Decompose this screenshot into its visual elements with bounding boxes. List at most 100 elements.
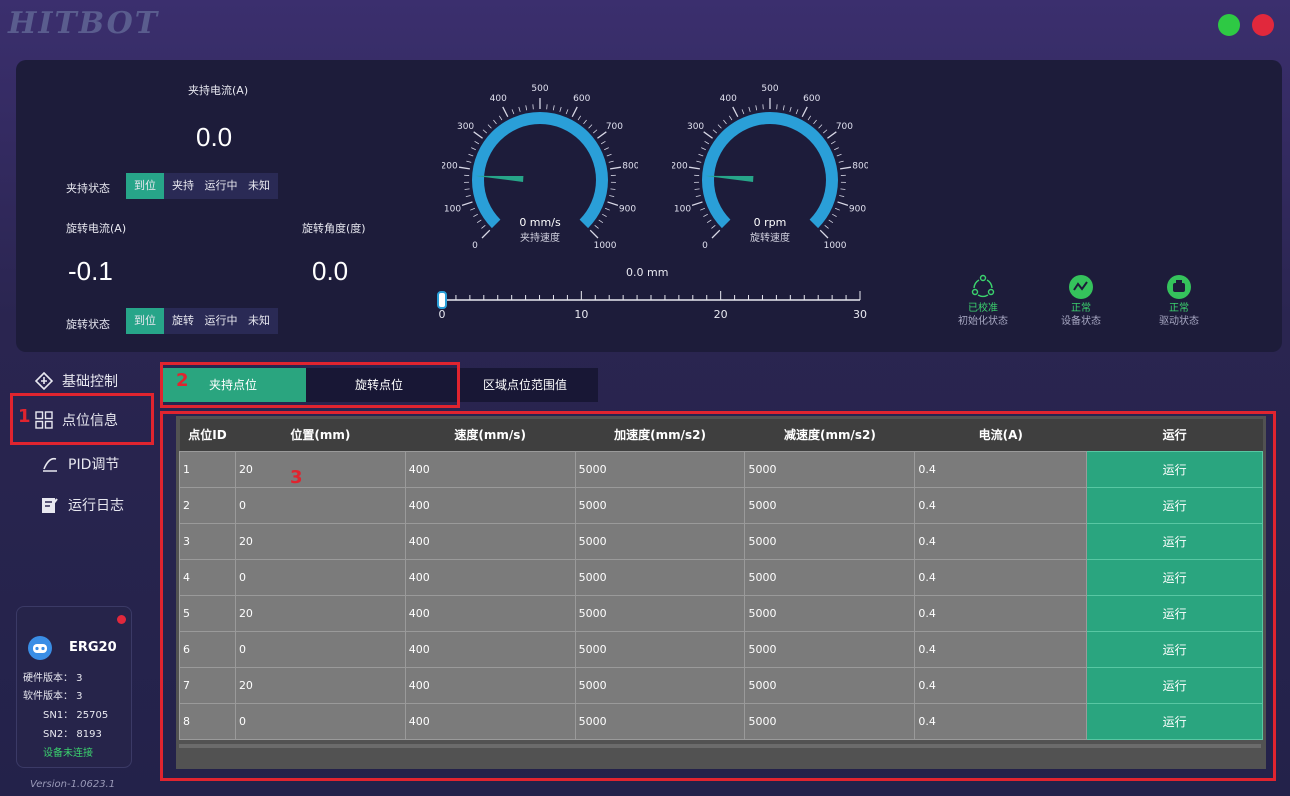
rotate-state-rotating: 旋转	[164, 308, 202, 334]
rotate-speed-gauge-tick	[723, 119, 727, 125]
rotate-speed-gauge-tick	[741, 109, 745, 115]
clamp-speed-gauge-tick	[511, 109, 515, 115]
rotate-speed-gauge-tick-label: 1000	[824, 241, 847, 251]
calibration-status: 已校准	[968, 303, 998, 314]
clamp-speed-gauge-tick	[473, 213, 478, 217]
rotate-speed-gauge-tick	[827, 131, 837, 139]
device-card: ERG20 硬件版本： 3 软件版本： 3 SN1： 25705 SN2： 81…	[16, 606, 132, 768]
device-status-icon	[1069, 275, 1093, 299]
robot-icon	[28, 636, 52, 660]
clamp-speed-gauge-tick	[458, 166, 470, 170]
clamp-speed-gauge-tick	[592, 129, 598, 134]
clamp-speed-gauge-tick-label: 800	[622, 162, 638, 172]
clamp-speed-gauge-tick	[571, 106, 578, 118]
log-icon	[40, 495, 60, 515]
clamp-speed-gauge-tick	[589, 229, 599, 239]
rotate-speed-gauge-tick	[694, 188, 700, 190]
rotate-speed-gauge-tick-label: 400	[720, 94, 737, 104]
rotate-speed-gauge-tick	[782, 105, 785, 111]
rotate-speed-gauge-tick	[712, 129, 718, 134]
device-name: ERG20	[69, 640, 117, 655]
clamp-speed-gauge-arc	[472, 112, 608, 229]
rotate-speed-gauge-arc	[702, 112, 838, 229]
rotate-speed-gauge-tick	[703, 213, 708, 217]
rotate-speed-gauge-tick	[732, 106, 739, 118]
clamp-speed-gauge-tick	[565, 109, 569, 115]
rotate-speed-gauge-tick	[822, 129, 828, 134]
rotate-speed-gauge-tick-label: 600	[803, 94, 820, 104]
clamp-speed-gauge-tick-label: 600	[573, 94, 590, 104]
clamp-speed-gauge-tick	[502, 106, 509, 118]
rotate-state-unknown: 未知	[240, 308, 278, 334]
rotate-speed-gauge-tick-label: 700	[836, 122, 853, 132]
driver-status-caption: 驱动状态	[1159, 316, 1199, 327]
slider-handle	[437, 291, 447, 309]
rotate-speed-gauge-tick	[711, 229, 721, 239]
annotation-number-2: 2	[176, 370, 189, 391]
clamp-speed-gauge-tick	[597, 131, 607, 139]
serial-number-1: SN1： 25705	[43, 710, 109, 721]
sidebar-item-log[interactable]: 运行日志	[40, 490, 170, 520]
rotate-speed-gauge-tick	[838, 160, 844, 163]
rotate-speed-gauge-tick	[840, 188, 846, 190]
clamp-speed-gauge-tick	[552, 105, 555, 111]
rotate-speed-gauge-tick	[837, 201, 849, 206]
tab-region-range[interactable]: 区域点位范围值	[452, 368, 598, 402]
clamp-speed-gauge-tick-label: 500	[531, 84, 548, 94]
rotate-speed-gauge-tick	[701, 147, 706, 151]
rotate-speed-gauge-tick	[824, 224, 829, 229]
rotate-speed-gauge-tick	[703, 131, 713, 139]
clamp-speed-gauge-tick	[583, 119, 587, 125]
connection-indicator	[117, 615, 126, 624]
title-bar: HITBOT	[0, 0, 1290, 55]
clamp-speed-gauge-tick	[476, 219, 482, 224]
clamp-state-running: 运行中	[202, 173, 240, 199]
driver-status-icon	[1167, 275, 1191, 299]
clamp-speed-gauge-tick	[604, 147, 609, 151]
rotate-speed-gauge-tick	[711, 224, 716, 229]
rotate-speed-gauge-tick-label: 900	[849, 204, 866, 214]
rotate-speed-gauge-tick	[830, 140, 836, 145]
rotate-speed-gauge-tick-label: 500	[761, 84, 778, 94]
hardware-version: 硬件版本： 3	[23, 673, 83, 684]
clamp-speed-gauge-tick	[473, 131, 483, 139]
rotate-state-in-position: 到位	[126, 308, 164, 334]
rotate-state-label: 旋转状态	[66, 318, 110, 331]
rotate-speed-gauge-tick	[836, 153, 842, 157]
clamp-speed-gauge-tick	[487, 124, 492, 129]
rotate-speed-label: 旋转速度	[750, 233, 790, 244]
rotate-speed-gauge-tick	[706, 219, 712, 224]
rotate-speed-gauge-tick-label: 300	[687, 122, 704, 132]
version-label: Version-1.0623.1	[30, 779, 116, 790]
status-panel: 夹持电流(A) 0.0 夹持状态 到位 夹持 运行中 未知 旋转电流(A) 旋转…	[16, 60, 1282, 352]
rotate-speed-gauge-tick	[832, 213, 837, 217]
slider-tick-label: 0	[439, 308, 446, 321]
clamp-speed-gauge-tick	[559, 106, 562, 112]
clamp-speed-gauge-tick-label: 0	[472, 241, 478, 251]
sidebar-item-label: 基础控制	[62, 374, 118, 390]
rotate-angle-label: 旋转角度(度)	[302, 222, 366, 235]
clamp-speed-gauge-tick	[609, 195, 615, 197]
software-version: 软件版本： 3	[23, 691, 83, 702]
rotate-speed-gauge-tick-label: 0	[702, 241, 708, 251]
clamp-speed-gauge-tick-label: 900	[619, 204, 636, 214]
rotate-speed-gauge-tick	[840, 166, 852, 170]
clamp-speed-gauge-tick	[608, 160, 614, 163]
position-slider[interactable]: 0 10 20 30	[430, 286, 870, 330]
clamp-state-unknown: 未知	[240, 173, 278, 199]
maximize-button[interactable]	[1218, 14, 1240, 36]
clamp-speed-gauge-tick	[465, 195, 471, 197]
sidebar-item-basic-control[interactable]: 基础控制	[34, 366, 164, 396]
clamp-speed-gauge-tick	[482, 129, 488, 134]
rotate-speed-gauge-tick-label: 800	[852, 162, 868, 172]
sidebar-item-pid[interactable]: PID调节	[40, 449, 170, 479]
clamp-state-in-position: 到位	[126, 173, 164, 199]
close-button[interactable]	[1252, 14, 1274, 36]
rotate-speed-gauge-tick	[695, 195, 701, 197]
serial-number-2: SN2： 8193	[43, 729, 102, 740]
clamp-speed-gauge-tick	[598, 219, 604, 224]
clamp-speed-gauge-tick	[610, 188, 616, 190]
clamp-speed-gauge-tick	[602, 213, 607, 217]
device-status-caption: 设备状态	[1061, 316, 1101, 327]
rotate-current-label: 旋转电流(A)	[66, 222, 127, 235]
